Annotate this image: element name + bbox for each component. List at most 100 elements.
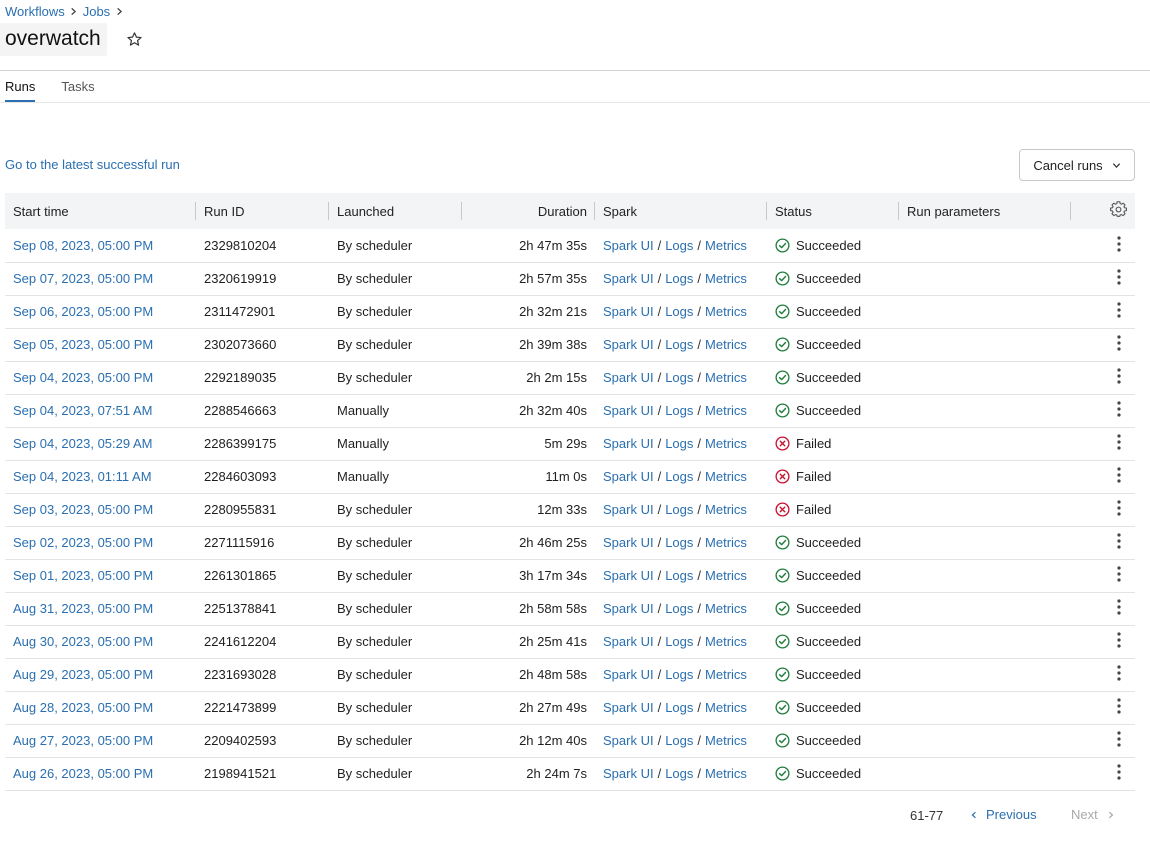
metrics-link[interactable]: Metrics [705, 271, 747, 286]
kebab-menu-icon[interactable] [1111, 498, 1127, 518]
gear-icon[interactable] [1110, 201, 1127, 218]
start-time-link[interactable]: Sep 02, 2023, 05:00 PM [13, 535, 153, 550]
start-time-link[interactable]: Sep 07, 2023, 05:00 PM [13, 271, 153, 286]
kebab-menu-icon[interactable] [1111, 663, 1127, 683]
column-header-status[interactable]: Status [767, 193, 899, 229]
previous-page-button[interactable]: Previous [970, 807, 1037, 822]
metrics-link[interactable]: Metrics [705, 436, 747, 451]
metrics-link[interactable]: Metrics [705, 601, 747, 616]
spark-ui-link[interactable]: Spark UI [603, 238, 654, 253]
spark-ui-link[interactable]: Spark UI [603, 436, 654, 451]
metrics-link[interactable]: Metrics [705, 304, 747, 319]
spark-ui-link[interactable]: Spark UI [603, 304, 654, 319]
logs-link[interactable]: Logs [665, 436, 693, 451]
start-time-link[interactable]: Sep 03, 2023, 05:00 PM [13, 502, 153, 517]
kebab-menu-icon[interactable] [1111, 267, 1127, 287]
start-time-link[interactable]: Aug 26, 2023, 05:00 PM [13, 766, 153, 781]
breadcrumb-jobs[interactable]: Jobs [83, 4, 110, 19]
logs-link[interactable]: Logs [665, 502, 693, 517]
metrics-link[interactable]: Metrics [705, 337, 747, 352]
column-header-launched[interactable]: Launched [329, 193, 462, 229]
start-time-link[interactable]: Sep 04, 2023, 05:00 PM [13, 370, 153, 385]
kebab-menu-icon[interactable] [1111, 729, 1127, 749]
logs-link[interactable]: Logs [665, 700, 693, 715]
logs-link[interactable]: Logs [665, 601, 693, 616]
kebab-menu-icon[interactable] [1111, 399, 1127, 419]
star-icon[interactable] [125, 29, 145, 49]
spark-ui-link[interactable]: Spark UI [603, 535, 654, 550]
kebab-menu-icon[interactable] [1111, 630, 1127, 650]
start-time-link[interactable]: Aug 28, 2023, 05:00 PM [13, 700, 153, 715]
spark-ui-link[interactable]: Spark UI [603, 733, 654, 748]
metrics-link[interactable]: Metrics [705, 535, 747, 550]
logs-link[interactable]: Logs [665, 667, 693, 682]
logs-link[interactable]: Logs [665, 238, 693, 253]
logs-link[interactable]: Logs [665, 568, 693, 583]
metrics-link[interactable]: Metrics [705, 667, 747, 682]
spark-ui-link[interactable]: Spark UI [603, 403, 654, 418]
kebab-menu-icon[interactable] [1111, 696, 1127, 716]
spark-ui-link[interactable]: Spark UI [603, 502, 654, 517]
spark-ui-link[interactable]: Spark UI [603, 601, 654, 616]
kebab-menu-icon[interactable] [1111, 465, 1127, 485]
start-time-link[interactable]: Sep 08, 2023, 05:00 PM [13, 238, 153, 253]
metrics-link[interactable]: Metrics [705, 469, 747, 484]
spark-ui-link[interactable]: Spark UI [603, 700, 654, 715]
metrics-link[interactable]: Metrics [705, 766, 747, 781]
start-time-link[interactable]: Aug 30, 2023, 05:00 PM [13, 634, 153, 649]
kebab-menu-icon[interactable] [1111, 432, 1127, 452]
next-page-button[interactable]: Next [1071, 807, 1115, 822]
start-time-link[interactable]: Sep 01, 2023, 05:00 PM [13, 568, 153, 583]
spark-ui-link[interactable]: Spark UI [603, 370, 654, 385]
logs-link[interactable]: Logs [665, 403, 693, 418]
page-title[interactable]: overwatch [0, 22, 107, 56]
column-header-start-time[interactable]: Start time [5, 193, 196, 229]
start-time-link[interactable]: Sep 06, 2023, 05:00 PM [13, 304, 153, 319]
metrics-link[interactable]: Metrics [705, 634, 747, 649]
logs-link[interactable]: Logs [665, 733, 693, 748]
start-time-link[interactable]: Aug 29, 2023, 05:00 PM [13, 667, 153, 682]
start-time-link[interactable]: Sep 05, 2023, 05:00 PM [13, 337, 153, 352]
logs-link[interactable]: Logs [665, 304, 693, 319]
start-time-link[interactable]: Aug 27, 2023, 05:00 PM [13, 733, 153, 748]
logs-link[interactable]: Logs [665, 271, 693, 286]
spark-ui-link[interactable]: Spark UI [603, 766, 654, 781]
logs-link[interactable]: Logs [665, 370, 693, 385]
spark-ui-link[interactable]: Spark UI [603, 568, 654, 583]
metrics-link[interactable]: Metrics [705, 502, 747, 517]
latest-successful-run-link[interactable]: Go to the latest successful run [5, 157, 180, 172]
spark-ui-link[interactable]: Spark UI [603, 634, 654, 649]
metrics-link[interactable]: Metrics [705, 403, 747, 418]
kebab-menu-icon[interactable] [1111, 762, 1127, 782]
start-time-link[interactable]: Sep 04, 2023, 07:51 AM [13, 403, 153, 418]
column-header-spark[interactable]: Spark [595, 193, 767, 229]
spark-ui-link[interactable]: Spark UI [603, 337, 654, 352]
logs-link[interactable]: Logs [665, 634, 693, 649]
logs-link[interactable]: Logs [665, 535, 693, 550]
logs-link[interactable]: Logs [665, 766, 693, 781]
kebab-menu-icon[interactable] [1111, 366, 1127, 386]
metrics-link[interactable]: Metrics [705, 238, 747, 253]
metrics-link[interactable]: Metrics [705, 568, 747, 583]
spark-ui-link[interactable]: Spark UI [603, 271, 654, 286]
start-time-link[interactable]: Sep 04, 2023, 01:11 AM [13, 469, 152, 484]
metrics-link[interactable]: Metrics [705, 370, 747, 385]
logs-link[interactable]: Logs [665, 469, 693, 484]
cancel-runs-button[interactable]: Cancel runs [1019, 149, 1135, 181]
start-time-link[interactable]: Aug 31, 2023, 05:00 PM [13, 601, 153, 616]
kebab-menu-icon[interactable] [1111, 564, 1127, 584]
metrics-link[interactable]: Metrics [705, 733, 747, 748]
spark-ui-link[interactable]: Spark UI [603, 667, 654, 682]
column-header-run-parameters[interactable]: Run parameters [899, 193, 1071, 229]
kebab-menu-icon[interactable] [1111, 234, 1127, 254]
kebab-menu-icon[interactable] [1111, 531, 1127, 551]
logs-link[interactable]: Logs [665, 337, 693, 352]
spark-ui-link[interactable]: Spark UI [603, 469, 654, 484]
tab-tasks[interactable]: Tasks [61, 78, 94, 102]
column-header-run-id[interactable]: Run ID [196, 193, 329, 229]
kebab-menu-icon[interactable] [1111, 333, 1127, 353]
breadcrumb-workflows[interactable]: Workflows [5, 4, 65, 19]
kebab-menu-icon[interactable] [1111, 597, 1127, 617]
column-header-duration[interactable]: Duration [462, 193, 595, 229]
tab-runs[interactable]: Runs [5, 78, 36, 102]
